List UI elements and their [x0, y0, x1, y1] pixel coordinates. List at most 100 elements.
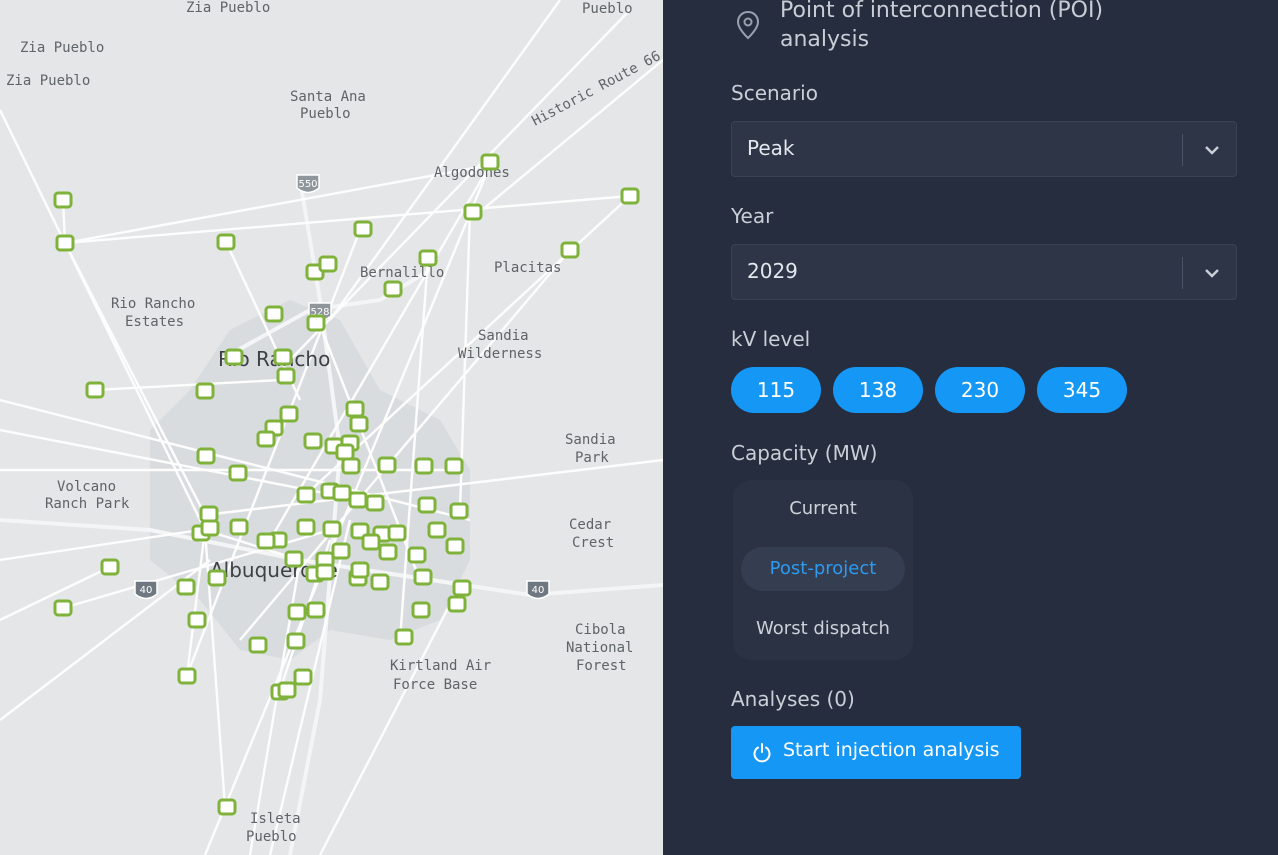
substation-node-icon[interactable] [445, 537, 465, 555]
capacity-option-worst-dispatch[interactable]: Worst dispatch [741, 607, 905, 651]
substation-node-icon[interactable] [411, 601, 431, 619]
substation-node-icon[interactable] [560, 241, 580, 259]
substation-node-icon[interactable] [229, 518, 249, 536]
substation-node-icon[interactable] [452, 579, 472, 597]
substation-node-icon[interactable] [413, 568, 433, 586]
substation-node-icon[interactable] [348, 491, 368, 509]
kv-230-button[interactable]: 230 [935, 367, 1025, 413]
map-place-label: Placitas [494, 260, 561, 276]
capacity-option-post-project[interactable]: Post-project [741, 547, 905, 591]
substation-node-icon[interactable] [383, 280, 403, 298]
substation-node-icon[interactable] [444, 457, 464, 475]
substation-node-icon[interactable] [306, 601, 326, 619]
substation-node-icon[interactable] [353, 220, 373, 238]
substation-node-icon[interactable] [256, 532, 276, 550]
substation-node-icon[interactable] [276, 367, 296, 385]
substation-node-icon[interactable] [296, 518, 316, 536]
location-pin-icon [736, 10, 760, 40]
substation-node-icon[interactable] [332, 484, 352, 502]
substation-node-icon[interactable] [447, 595, 467, 613]
scenario-select[interactable]: Peak [731, 121, 1237, 177]
substation-node-icon[interactable] [387, 524, 407, 542]
substation-node-icon[interactable] [345, 400, 365, 418]
substation-node-icon[interactable] [377, 456, 397, 474]
substation-node-icon[interactable] [427, 521, 447, 539]
start-injection-analysis-button[interactable]: Start injection analysis [731, 726, 1021, 779]
map-place-label: Historic Route 66 [529, 48, 663, 129]
map-place-label: Force Base [393, 677, 477, 693]
substation-node-icon[interactable] [279, 405, 299, 423]
select-divider [1182, 257, 1183, 289]
substation-node-icon[interactable] [349, 415, 369, 433]
substation-node-icon[interactable] [620, 187, 640, 205]
map-place-label: Pueblo [582, 1, 633, 17]
substation-node-icon[interactable] [217, 798, 237, 816]
chevron-down-icon [1205, 146, 1219, 155]
substation-node-icon[interactable] [394, 628, 414, 646]
substation-node-icon[interactable] [296, 486, 316, 504]
substation-node-icon[interactable] [361, 533, 381, 551]
kv-138-button[interactable]: 138 [833, 367, 923, 413]
kv-345-button[interactable]: 345 [1037, 367, 1127, 413]
substation-node-icon[interactable] [331, 542, 351, 560]
map-place-label: Estates [125, 314, 184, 330]
substation-node-icon[interactable] [200, 519, 220, 537]
map-place-label: Isleta [250, 811, 301, 827]
substation-node-icon[interactable] [176, 578, 196, 596]
substation-node-icon[interactable] [286, 632, 306, 650]
substation-node-icon[interactable] [256, 430, 276, 448]
substation-node-icon[interactable] [273, 348, 293, 366]
substation-node-icon[interactable] [248, 636, 268, 654]
substation-node-icon[interactable] [53, 599, 73, 617]
substation-node-icon[interactable] [85, 381, 105, 399]
year-value: 2029 [747, 259, 798, 283]
substation-node-icon[interactable] [303, 432, 323, 450]
substation-node-icon[interactable] [224, 348, 244, 366]
route-shield-number: 40 [532, 585, 545, 596]
substation-node-icon[interactable] [306, 314, 326, 332]
map-place-label: Park [575, 450, 609, 466]
substation-node-icon[interactable] [199, 505, 219, 523]
substation-node-icon[interactable] [277, 681, 297, 699]
substation-node-icon[interactable] [284, 550, 304, 568]
substation-node-icon[interactable] [341, 457, 361, 475]
kv-level-label: kV level [731, 327, 811, 351]
substation-node-icon[interactable] [55, 234, 75, 252]
substation-node-icon[interactable] [322, 520, 342, 538]
panel-title: Point of interconnection (POI) analysis [780, 0, 1104, 52]
substation-node-icon[interactable] [216, 233, 236, 251]
substation-node-icon[interactable] [370, 573, 390, 591]
substation-node-icon[interactable] [318, 255, 338, 273]
capacity-option-current[interactable]: Current [741, 487, 905, 531]
substation-node-icon[interactable] [264, 305, 284, 323]
substation-node-icon[interactable] [350, 561, 370, 579]
substation-node-icon[interactable] [293, 668, 313, 686]
substation-node-icon[interactable] [414, 457, 434, 475]
substation-node-icon[interactable] [196, 447, 216, 465]
substation-node-icon[interactable] [335, 443, 355, 461]
substation-node-icon[interactable] [407, 546, 427, 564]
substation-node-icon[interactable] [195, 382, 215, 400]
analyses-label: Analyses (0) [731, 687, 855, 711]
substation-node-icon[interactable] [378, 543, 398, 561]
substation-node-icon[interactable] [480, 153, 500, 171]
kv-115-button[interactable]: 115 [731, 367, 821, 413]
map-view[interactable]: Zia Pueblo Zia Pueblo Zia Pueblo Pueblo Sant… [0, 0, 663, 855]
map-place-label: Zia Pueblo [186, 0, 270, 16]
substation-node-icon[interactable] [365, 494, 385, 512]
substation-node-icon[interactable] [449, 502, 469, 520]
select-divider [1182, 134, 1183, 166]
substation-node-icon[interactable] [228, 464, 248, 482]
substation-node-icon[interactable] [53, 191, 73, 209]
capacity-selector: Current Post-project Worst dispatch [733, 480, 913, 660]
year-select[interactable]: 2029 [731, 244, 1237, 300]
substation-node-icon[interactable] [177, 667, 197, 685]
substation-node-icon[interactable] [287, 603, 307, 621]
substation-node-icon[interactable] [100, 558, 120, 576]
substation-node-icon[interactable] [463, 203, 483, 221]
substation-node-icon[interactable] [417, 496, 437, 514]
substation-node-icon[interactable] [207, 569, 227, 587]
substation-node-icon[interactable] [418, 249, 438, 267]
substation-node-icon[interactable] [315, 563, 335, 581]
substation-node-icon[interactable] [187, 611, 207, 629]
